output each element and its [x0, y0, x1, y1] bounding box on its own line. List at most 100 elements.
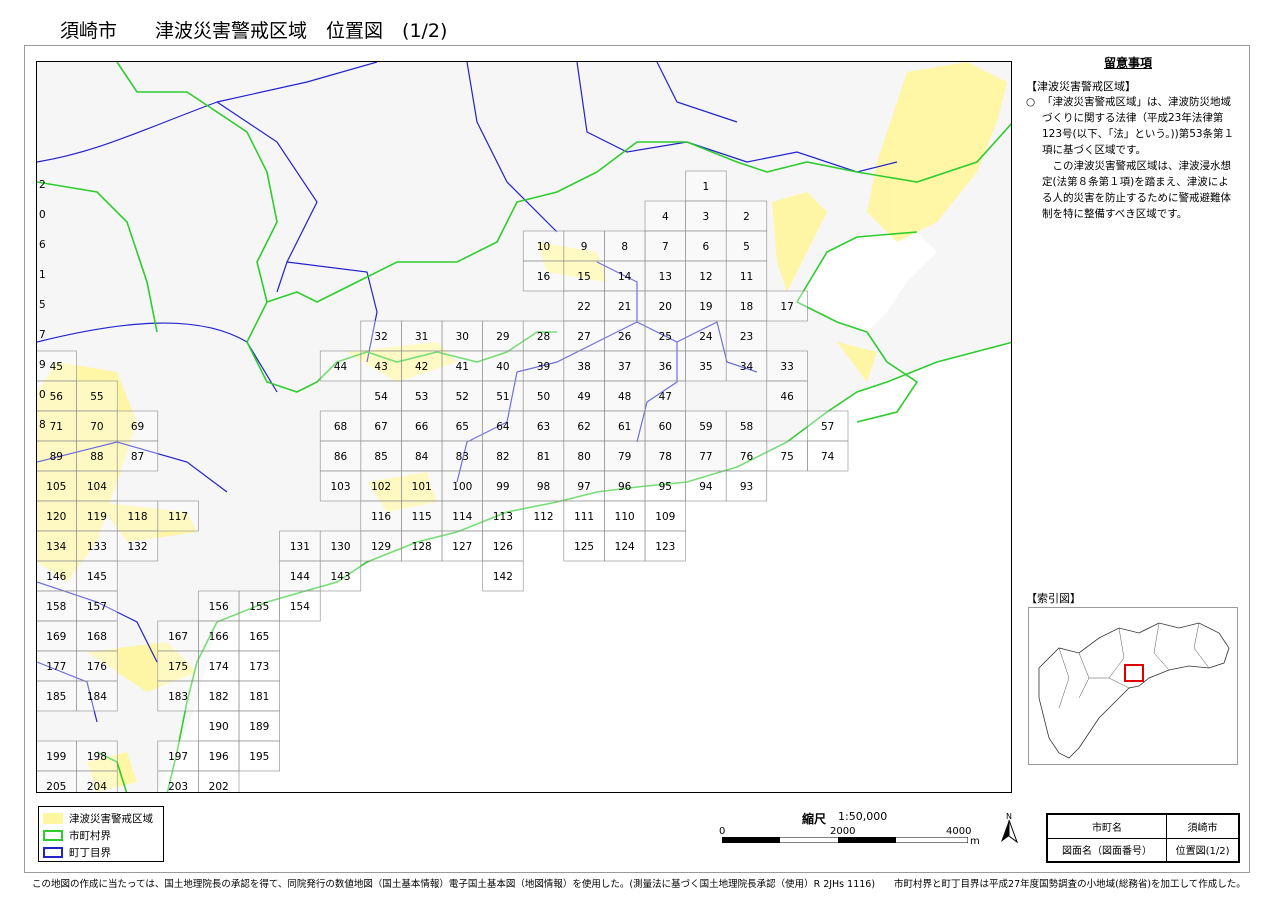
grid-cell-label: 36 [659, 361, 673, 373]
grid-cell-label: 61 [618, 421, 631, 433]
grid-cell-label: 155 [249, 601, 269, 613]
grid-cell-label: 205 [46, 781, 66, 793]
legend-label: 市町村界 [69, 829, 111, 842]
grid-cell-label: 113 [493, 511, 513, 523]
grid-cell-label: 48 [618, 391, 631, 403]
grid-cell-label: 83 [456, 451, 469, 463]
grid-cell-label: 112 [533, 511, 553, 523]
notes-paragraph-2: この津波災害警戒区域は、津波浸水想定(法第８条第１項)を踏まえ、津波による人的災… [1042, 160, 1231, 220]
grid-cell-label: 41 [456, 361, 469, 373]
grid-cell-label: 84 [415, 451, 429, 463]
grid-cell-label: 4 [662, 211, 669, 223]
index-map-head: 【索引図】 [1026, 592, 1081, 605]
grid-cell-label: 53 [415, 391, 428, 403]
grid-cell-label: 77 [699, 451, 712, 463]
grid-cell-label: 110 [615, 511, 635, 523]
grid-cell-label: 199 [46, 751, 66, 763]
notes-body: ○ 「津波災害警戒区域」は、津波防災地域づくりに関する法律（平成23年法律第123… [1026, 94, 1238, 222]
grid-cell-label: 120 [46, 511, 66, 523]
grid-cell-label: 32 [374, 331, 387, 343]
grid-cell-label: 174 [209, 661, 229, 673]
grid-cell-label: 204 [87, 781, 107, 793]
index-map[interactable] [1028, 607, 1238, 765]
grid-cell-label: 64 [496, 421, 510, 433]
grid-cell-label: 28 [537, 331, 550, 343]
grid-cell-label: 75 [780, 451, 793, 463]
grid-cell-edge-label: 9 [39, 359, 46, 371]
grid-cell-label: 184 [87, 691, 107, 703]
grid-cell-label: 195 [249, 751, 269, 763]
grid-cell-edge-label: 5 [39, 299, 46, 311]
grid-cell-label: 129 [371, 541, 391, 553]
grid-cell-label: 99 [496, 481, 509, 493]
grid-cell-label: 196 [209, 751, 229, 763]
grid-cell-label: 56 [50, 391, 64, 403]
grid-cell-label: 76 [740, 451, 754, 463]
grid-cell-label: 57 [821, 421, 834, 433]
grid-cell-label: 34 [740, 361, 754, 373]
footer-credit: この地図の作成に当たっては、国土地理院長の承認を得て、同院発行の数値地図（国土基… [32, 879, 1246, 890]
grid-cell-label: 71 [50, 421, 63, 433]
grid-cell-label: 12 [699, 271, 712, 283]
grid-cell-label: 96 [618, 481, 632, 493]
grid-cell-label: 97 [577, 481, 590, 493]
grid-cell-label: 134 [46, 541, 66, 553]
grid-cell-label: 35 [699, 361, 712, 373]
grid-cell-label: 142 [493, 571, 513, 583]
grid-cell-label: 44 [334, 361, 348, 373]
grid-cell-label: 33 [780, 361, 793, 373]
grid-cell-label: 31 [415, 331, 428, 343]
grid-cell-label: 190 [209, 721, 229, 733]
grid-cell-edge-label: 8 [39, 419, 46, 431]
grid-cell-label: 39 [537, 361, 550, 373]
grid-cell-label: 13 [659, 271, 672, 283]
grid-cell-label: 126 [493, 541, 513, 553]
grid-cell-label: 16 [537, 271, 551, 283]
grid-cell-label: 24 [699, 331, 713, 343]
page-title: 須崎市 津波災害警戒区域 位置図 (1/2) [60, 16, 447, 43]
grid-cell-label: 181 [249, 691, 269, 703]
kochi-outline [1038, 622, 1230, 759]
grid-cell-label: 19 [699, 301, 712, 313]
info-val-city: 須崎市 [1166, 814, 1239, 839]
grid-cell-label: 130 [330, 541, 350, 553]
bullet-circle-icon: ○ [1026, 96, 1036, 108]
scale-tick-0: 0 [719, 826, 726, 837]
grid-cell-label: 60 [659, 421, 672, 433]
location-map[interactable]: 1 2 3 4 5 6 7 8 9 10 11 12 13 14 15 16 17 18 19 20 21 22 23 24 2… [36, 61, 1012, 793]
grid-cell-label: 40 [496, 361, 509, 373]
grid-cell-label: 177 [46, 661, 66, 673]
info-key-city: 市町名 [1046, 814, 1168, 839]
grid-cell-label: 45 [50, 361, 63, 373]
grid-cell-label: 23 [740, 331, 753, 343]
grid-cell-label: 50 [537, 391, 550, 403]
grid-cell-label: 104 [87, 481, 107, 493]
grid-cell-label: 145 [87, 571, 107, 583]
map-canvas: 1234567891011121314151617181920212223242… [37, 62, 1011, 793]
grid-cell-label: 37 [618, 361, 631, 373]
grid-cell-label: 119 [87, 511, 107, 523]
scale-bar [722, 837, 968, 843]
grid-cell-label: 3 [703, 211, 710, 223]
grid-cell-label: 81 [537, 451, 550, 463]
grid-cell-label: 168 [87, 631, 107, 643]
grid-cell-label: 202 [209, 781, 229, 793]
grid-cell-label: 103 [330, 481, 350, 493]
grid-cell-label: 88 [90, 451, 103, 463]
grid-cell-edge-label: 1 [39, 269, 46, 281]
notes-paragraph-1: ○ 「津波災害警戒区域」は、津波防災地域づくりに関する法律（平成23年法律第123… [1026, 94, 1238, 158]
grid-cell-edge-label: 0 [39, 389, 46, 401]
grid-cell-label: 10 [537, 241, 550, 253]
grid-cell-label: 68 [334, 421, 347, 433]
grid-cell-label: 85 [374, 451, 387, 463]
grid-cell-label: 70 [90, 421, 103, 433]
legend-label: 津波災害警戒区域 [69, 812, 153, 825]
grid-cell-label: 69 [131, 421, 144, 433]
grid-cell-label: 18 [740, 301, 753, 313]
grid-cell-label: 47 [659, 391, 672, 403]
grid-cell-label: 173 [249, 661, 269, 673]
grid-cell-label: 42 [415, 361, 428, 373]
grid-cell-label: 94 [699, 481, 713, 493]
legend-swatch-municipal [43, 829, 63, 841]
grid-cell-label: 5 [743, 241, 750, 253]
